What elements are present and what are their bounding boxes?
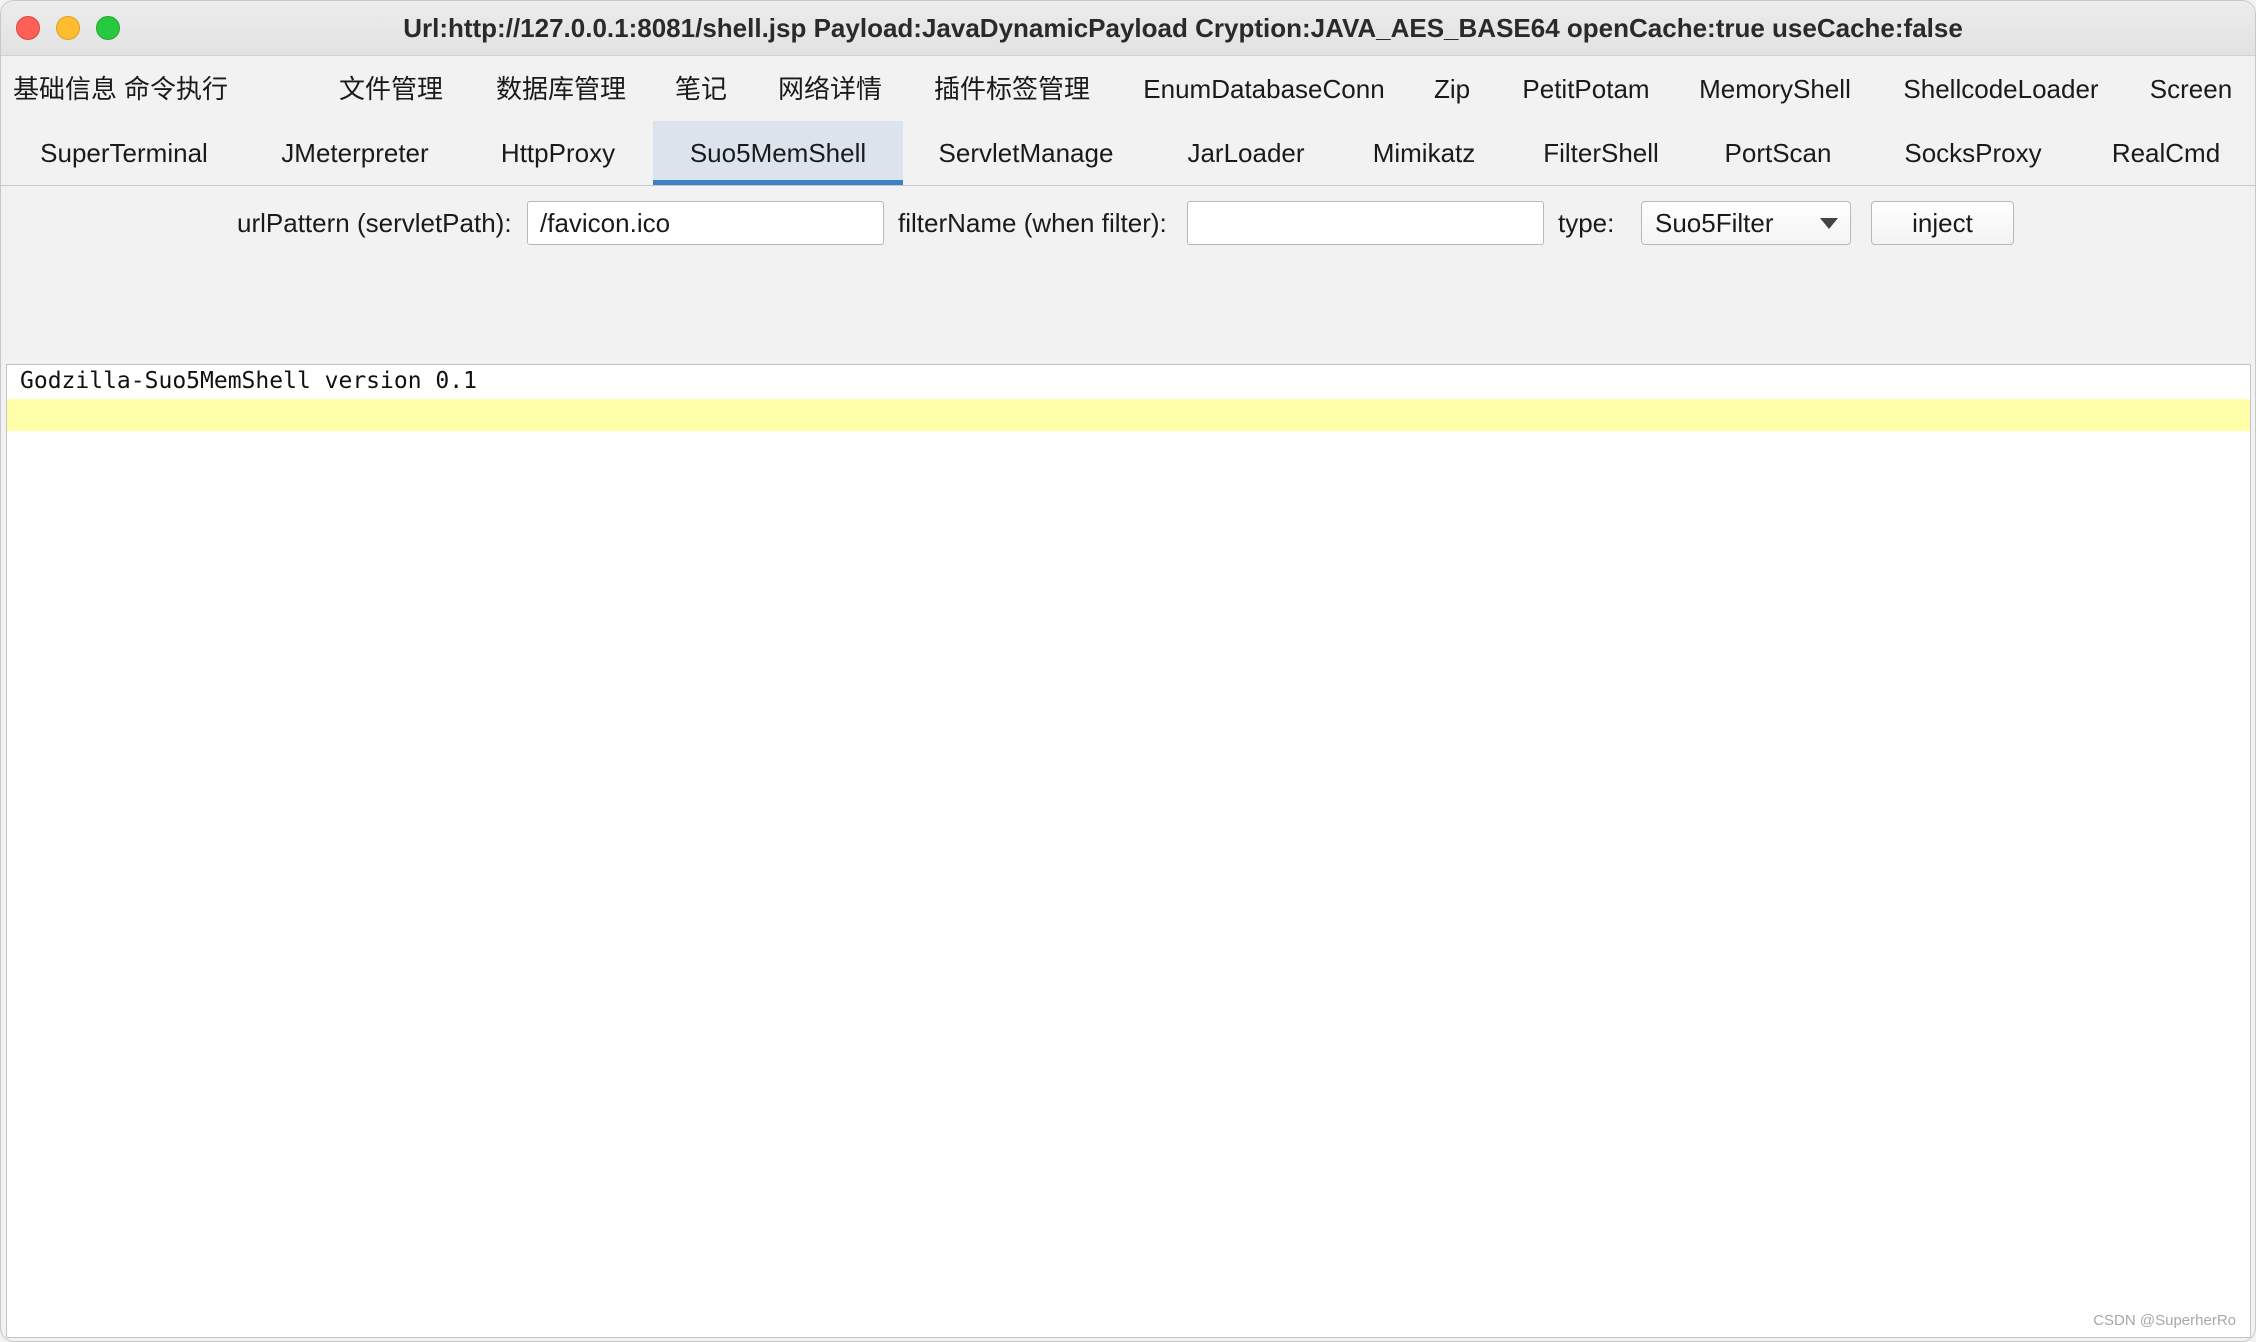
tab-memory-shell[interactable]: MemoryShell — [1693, 57, 1857, 121]
tab-mimikatz[interactable]: Mimikatz — [1366, 121, 1482, 185]
tab-enum-database-conn[interactable]: EnumDatabaseConn — [1141, 57, 1387, 121]
url-pattern-input[interactable] — [527, 201, 884, 245]
title-bar: Url:http://127.0.0.1:8081/shell.jsp Payl… — [1, 1, 2255, 56]
type-select[interactable]: Suo5Filter — [1641, 201, 1851, 245]
type-label: type: — [1558, 208, 1615, 238]
console-current-line — [7, 399, 2250, 431]
app-window: Url:http://127.0.0.1:8081/shell.jsp Payl… — [0, 0, 2256, 1342]
type-select-value: Suo5Filter — [1655, 208, 1774, 238]
tab-notes[interactable]: 笔记 — [667, 57, 735, 121]
tab-command-exec[interactable]: 命令执行 — [121, 57, 231, 121]
tab-zip[interactable]: Zip — [1426, 57, 1478, 121]
console-line: Godzilla-Suo5MemShell version 0.1 — [20, 368, 477, 394]
tab-plugin-tag-manager[interactable]: 插件标签管理 — [926, 57, 1098, 121]
tab-filter-shell[interactable]: FilterShell — [1536, 121, 1666, 185]
tab-port-scan[interactable]: PortScan — [1719, 121, 1837, 185]
tab-super-terminal[interactable]: SuperTerminal — [31, 121, 217, 185]
window-title: Url:http://127.0.0.1:8081/shell.jsp Payl… — [403, 13, 1963, 43]
tab-suo5-mem-shell[interactable]: Suo5MemShell — [653, 121, 903, 185]
plugin-tabs-row-2: SuperTerminal JMeterpreter HttpProxy Suo… — [1, 121, 2255, 186]
tab-database-manager[interactable]: 数据库管理 — [491, 57, 631, 121]
tab-jar-loader[interactable]: JarLoader — [1176, 121, 1316, 185]
tab-socks-proxy[interactable]: SocksProxy — [1894, 121, 2052, 185]
watermark: CSDN @SuperherRo — [2093, 1312, 2236, 1329]
tab-basic-info[interactable]: 基础信息 — [13, 57, 117, 121]
filter-name-input[interactable] — [1187, 201, 1544, 245]
tab-real-cmd[interactable]: RealCmd — [2101, 121, 2231, 185]
tab-http-proxy[interactable]: HttpProxy — [491, 121, 625, 185]
tab-servlet-manage[interactable]: ServletManage — [931, 121, 1121, 185]
tab-network-details[interactable]: 网络详情 — [771, 57, 889, 121]
tab-shellcode-loader[interactable]: ShellcodeLoader — [1894, 57, 2108, 121]
chevron-down-icon — [1820, 218, 1838, 229]
inject-button[interactable]: inject — [1871, 201, 2014, 245]
tab-screen[interactable]: Screen — [2143, 57, 2239, 121]
plugin-tabs-row-1: 基础信息 命令执行 文件管理 数据库管理 笔记 网络详情 插件标签管理 Enum… — [1, 57, 2255, 121]
close-window-button[interactable] — [16, 16, 40, 40]
output-console[interactable]: Godzilla-Suo5MemShell version 0.1 CSDN @… — [6, 364, 2251, 1338]
tab-petit-potam[interactable]: PetitPotam — [1516, 57, 1656, 121]
minimize-window-button[interactable] — [56, 16, 80, 40]
filter-name-label: filterName (when filter): — [898, 208, 1167, 238]
suo5-config-form: urlPattern (servletPath): filterName (wh… — [1, 187, 2255, 257]
url-pattern-label: urlPattern (servletPath): — [237, 208, 512, 238]
tab-file-manager[interactable]: 文件管理 — [331, 57, 451, 121]
maximize-window-button[interactable] — [96, 16, 120, 40]
tab-jmeterpreter[interactable]: JMeterpreter — [271, 121, 439, 185]
